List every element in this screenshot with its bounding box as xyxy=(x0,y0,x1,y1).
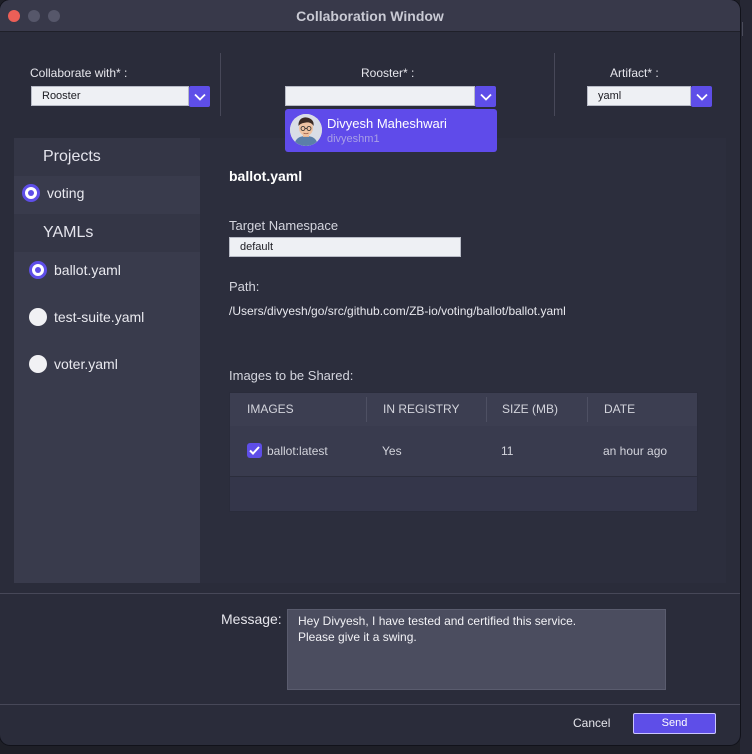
table-row[interactable]: ballot:latest Yes 11 an hour ago xyxy=(230,426,697,477)
rooster-dropdown-menu: Divyesh Maheshwari divyeshm1 xyxy=(285,109,497,152)
radio-selected-icon[interactable] xyxy=(29,261,47,279)
send-button[interactable]: Send xyxy=(633,713,716,734)
path-label: Path: xyxy=(229,279,260,294)
yamls-header: YAMLs xyxy=(14,214,200,252)
footer-divider xyxy=(0,593,740,594)
sidebar: Projects voting YAMLs ballot.yaml test-s… xyxy=(14,138,200,583)
dropdown-user-handle: divyeshm1 xyxy=(327,133,380,145)
header-divider xyxy=(220,53,221,116)
sidebar-item-label: ballot.yaml xyxy=(54,262,121,278)
column-header-images[interactable]: IMAGES xyxy=(247,393,294,426)
yamls-header-label: YAMLs xyxy=(43,224,94,241)
dropdown-user-name: Divyesh Maheshwari xyxy=(327,116,447,131)
collaborate-with-label: Collaborate with* : xyxy=(30,66,128,80)
column-divider xyxy=(587,397,588,422)
message-textarea[interactable]: Hey Divyesh, I have tested and certified… xyxy=(287,609,666,690)
image-select-checkbox[interactable] xyxy=(247,443,262,458)
radio-unselected-icon[interactable] xyxy=(29,355,47,373)
title-bar: Collaboration Window xyxy=(0,0,740,32)
page-title: ballot.yaml xyxy=(229,168,303,184)
cancel-button[interactable]: Cancel xyxy=(573,716,610,730)
rooster-select[interactable] xyxy=(285,86,496,107)
images-table: IMAGES IN REGISTRY SIZE (MB) DATE ballot… xyxy=(229,392,698,512)
background-window-edge-detail xyxy=(742,22,752,36)
chevron-down-icon xyxy=(479,93,492,101)
button-bar-divider xyxy=(0,704,740,705)
empty-table-row xyxy=(230,477,697,511)
collaborate-with-value: Rooster xyxy=(42,90,81,102)
collaboration-window: Collaboration Window Collaborate with* :… xyxy=(0,0,740,745)
projects-header-label: Projects xyxy=(43,148,101,165)
user-avatar-icon xyxy=(290,114,322,146)
in-registry-cell: Yes xyxy=(382,444,402,458)
sidebar-item-label: voter.yaml xyxy=(54,356,118,372)
background-window-edge xyxy=(740,0,752,754)
collaborate-with-select[interactable]: Rooster xyxy=(31,86,210,107)
sidebar-item-label: test-suite.yaml xyxy=(54,309,145,325)
header-divider xyxy=(554,53,555,116)
column-header-in-registry[interactable]: IN REGISTRY xyxy=(383,393,459,426)
column-divider xyxy=(486,397,487,422)
message-line-2: Please give it a swing. xyxy=(298,630,417,644)
target-namespace-value: default xyxy=(240,241,274,253)
date-cell: an hour ago xyxy=(603,444,668,458)
size-cell: 11 xyxy=(501,444,514,458)
projects-header: Projects xyxy=(14,138,200,176)
chevron-down-icon xyxy=(695,93,708,101)
path-value: /Users/divyesh/go/src/github.com/ZB-io/v… xyxy=(229,304,566,318)
collaborate-with-dropdown-button[interactable] xyxy=(189,86,210,107)
details-panel: ballot.yaml Target Namespace default Pat… xyxy=(200,138,726,583)
table-header-row: IMAGES IN REGISTRY SIZE (MB) DATE xyxy=(230,393,697,427)
target-namespace-label: Target Namespace xyxy=(229,218,339,233)
avatar xyxy=(290,114,322,146)
column-divider xyxy=(366,397,367,422)
radio-unselected-icon[interactable] xyxy=(29,308,47,326)
column-header-date[interactable]: DATE xyxy=(604,393,635,426)
images-to-share-label: Images to be Shared: xyxy=(229,368,354,383)
radio-selected-icon[interactable] xyxy=(22,184,40,202)
artifact-label: Artifact* : xyxy=(610,66,659,80)
checkmark-icon xyxy=(249,446,260,455)
rooster-label: Rooster* : xyxy=(361,66,415,80)
artifact-dropdown-button[interactable] xyxy=(691,86,712,107)
artifact-value: yaml xyxy=(598,90,622,102)
column-header-size[interactable]: SIZE (MB) xyxy=(502,393,558,426)
artifact-select[interactable]: yaml xyxy=(587,86,712,107)
rooster-dropdown-button[interactable] xyxy=(475,86,496,107)
sidebar-item-label: voting xyxy=(47,185,85,201)
message-label: Message: xyxy=(221,611,282,627)
window-title: Collaboration Window xyxy=(296,8,444,24)
image-name-cell: ballot:latest xyxy=(267,444,328,458)
target-namespace-input[interactable]: default xyxy=(229,237,461,257)
message-line-1: Hey Divyesh, I have tested and certified… xyxy=(298,614,577,628)
chevron-down-icon xyxy=(193,93,206,101)
